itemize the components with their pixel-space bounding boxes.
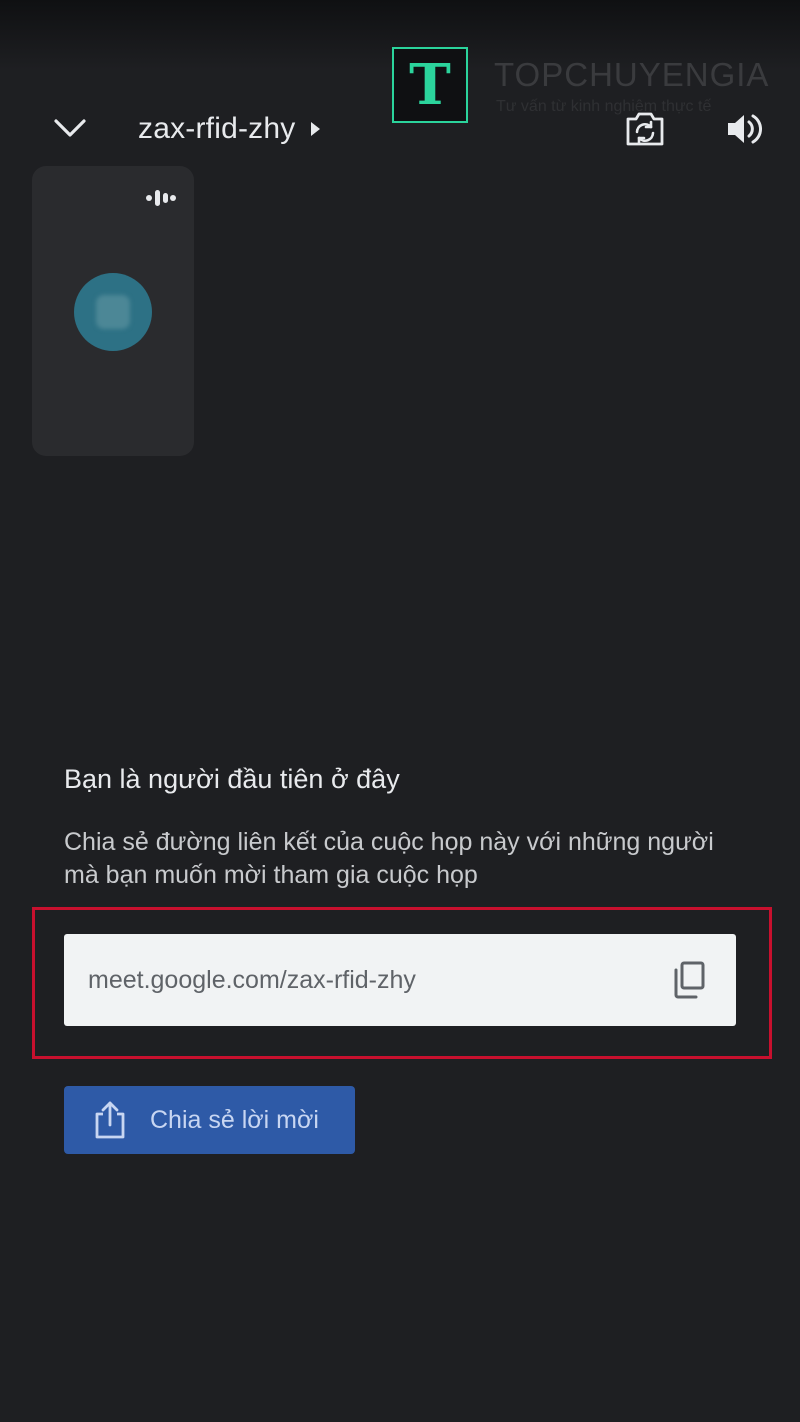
self-video-tile[interactable] — [32, 166, 194, 456]
share-invite-button[interactable]: Chia sẻ lời mời — [64, 1086, 355, 1154]
watermark-title: TOPCHUYENGIA — [494, 56, 770, 93]
avatar-image — [96, 295, 130, 329]
watermark-subtitle: Tư vấn từ kinh nghiệm thực tế — [496, 98, 712, 115]
share-invite-label: Chia sẻ lời mời — [150, 1105, 319, 1134]
audio-level-icon — [144, 186, 178, 210]
meeting-link-field[interactable]: meet.google.com/zax-rfid-zhy — [64, 934, 736, 1026]
meeting-link-text: meet.google.com/zax-rfid-zhy — [88, 965, 416, 994]
copy-icon — [674, 961, 705, 999]
share-icon — [92, 1100, 128, 1140]
speaker-icon — [728, 114, 763, 144]
speaker-button[interactable] — [722, 106, 768, 152]
camera-switch-icon — [626, 112, 664, 146]
meet-screen: T TOPCHUYENGIA Tư vấn từ kinh nghiệm thự… — [0, 0, 800, 1422]
copy-link-button[interactable] — [666, 957, 712, 1003]
caret-right-icon — [311, 122, 321, 136]
meeting-code-button[interactable]: zax-rfid-zhy — [138, 108, 321, 150]
meeting-code-label: zax-rfid-zhy — [138, 112, 296, 145]
chevron-down-icon — [54, 119, 86, 137]
watermark-logo-letter: T — [409, 52, 451, 118]
info-title: Bạn là người đầu tiên ở đây — [64, 764, 400, 794]
avatar — [74, 273, 152, 351]
watermark-logo: T — [392, 47, 468, 123]
info-description: Chia sẻ đường liên kết của cuộc họp này … — [64, 828, 714, 889]
switch-camera-button[interactable] — [622, 106, 668, 152]
collapse-button[interactable] — [50, 108, 90, 148]
